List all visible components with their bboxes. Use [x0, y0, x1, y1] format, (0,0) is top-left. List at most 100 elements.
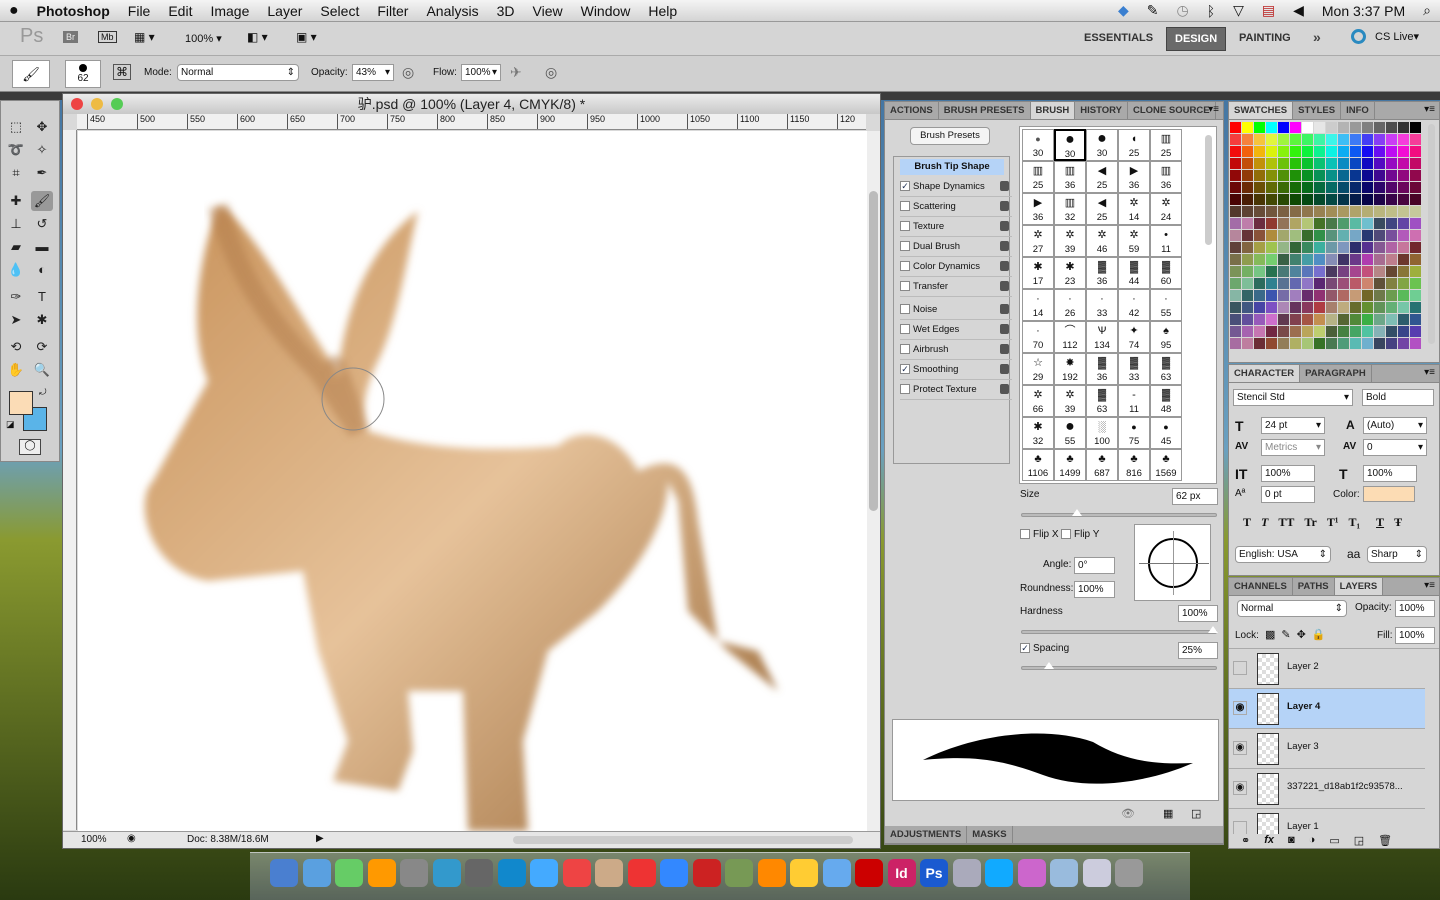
color-swatch[interactable]: [1254, 230, 1265, 241]
brush-tip-preset[interactable]: ✦ 74: [1118, 321, 1150, 353]
lock-icon[interactable]: [1000, 384, 1009, 394]
color-swatch[interactable]: [1362, 218, 1373, 229]
color-swatch[interactable]: [1386, 194, 1397, 205]
tab-layers[interactable]: LAYERS: [1334, 578, 1384, 595]
link-layers-icon[interactable]: ⚭: [1241, 834, 1250, 847]
color-swatch[interactable]: [1350, 314, 1361, 325]
spacing-field[interactable]: 25%: [1178, 642, 1218, 659]
color-swatch[interactable]: [1230, 170, 1241, 181]
script-icon[interactable]: ✎: [1138, 2, 1168, 19]
clock[interactable]: Mon 3:37 PM: [1313, 3, 1414, 19]
brush-option-color-dynamics[interactable]: Color Dynamics: [900, 257, 1012, 277]
hardness-slider[interactable]: [1021, 626, 1218, 634]
color-swatch[interactable]: [1302, 266, 1313, 277]
tab-clone-source[interactable]: CLONE SOURCE: [1128, 102, 1216, 119]
airbrush-icon[interactable]: ✈: [510, 64, 522, 81]
color-swatch[interactable]: [1374, 146, 1385, 157]
color-swatch[interactable]: [1410, 254, 1421, 265]
tool-preset-picker[interactable]: 🖌: [12, 60, 50, 88]
color-swatch[interactable]: [1410, 182, 1421, 193]
move-tool-icon[interactable]: ✥: [31, 117, 53, 137]
color-swatch[interactable]: [1410, 242, 1421, 253]
color-swatch[interactable]: [1254, 134, 1265, 145]
panel-menu-icon[interactable]: ▾≡: [1208, 104, 1219, 115]
color-swatch[interactable]: [1278, 158, 1289, 169]
brush-tip-preset[interactable]: · 26: [1054, 289, 1086, 321]
color-swatch[interactable]: [1302, 278, 1313, 289]
color-swatch[interactable]: [1254, 194, 1265, 205]
vertical-scroll-thumb[interactable]: [869, 191, 878, 511]
color-swatch[interactable]: [1278, 194, 1289, 205]
color-swatch[interactable]: [1362, 182, 1373, 193]
indesign-icon[interactable]: Id: [887, 859, 916, 887]
color-swatch[interactable]: [1386, 266, 1397, 277]
color-swatch[interactable]: [1398, 242, 1409, 253]
dodge-tool-icon[interactable]: ◐: [31, 260, 53, 280]
color-swatch[interactable]: [1338, 302, 1349, 313]
color-swatch[interactable]: [1266, 230, 1277, 241]
color-swatch[interactable]: [1326, 158, 1337, 169]
chrome-icon[interactable]: [562, 859, 591, 887]
vertical-scrollbar[interactable]: [867, 131, 880, 831]
menu-edit[interactable]: Edit: [159, 3, 201, 19]
color-swatch[interactable]: [1362, 326, 1373, 337]
brush-tip-preset[interactable]: ⌒ 112: [1054, 321, 1086, 353]
brush-tip-preset[interactable]: ● 30: [1054, 129, 1086, 161]
color-swatch[interactable]: [1230, 338, 1241, 349]
color-swatch[interactable]: [1362, 266, 1373, 277]
color-swatch[interactable]: [1410, 122, 1421, 133]
brush-tip-preset[interactable]: · 14: [1022, 289, 1054, 321]
color-swatch[interactable]: [1242, 230, 1253, 241]
color-swatch[interactable]: [1398, 158, 1409, 169]
color-swatch[interactable]: [1314, 122, 1325, 133]
color-swatch[interactable]: [1386, 290, 1397, 301]
brush-panel-toggle-icon[interactable]: ⌘: [113, 64, 131, 80]
lock-icon[interactable]: [1000, 364, 1009, 374]
color-swatch[interactable]: [1278, 242, 1289, 253]
color-swatch[interactable]: [1278, 290, 1289, 301]
lock-icon[interactable]: [1000, 281, 1009, 291]
layer-row[interactable]: Layer 1: [1229, 809, 1425, 834]
color-swatch[interactable]: [1302, 254, 1313, 265]
color-swatch[interactable]: [1266, 158, 1277, 169]
preview-icon[interactable]: [400, 859, 428, 887]
size-field[interactable]: 62 px: [1172, 488, 1218, 505]
color-swatch[interactable]: [1302, 134, 1313, 145]
menu-view[interactable]: View: [524, 3, 572, 19]
color-swatch[interactable]: [1326, 134, 1337, 145]
tab-channels[interactable]: CHANNELS: [1229, 578, 1293, 595]
color-swatch[interactable]: [1386, 122, 1397, 133]
finder-icon[interactable]: [270, 859, 298, 887]
eye-icon[interactable]: ◉: [1233, 741, 1247, 755]
spotlight-icon[interactable]: ⌕: [1414, 2, 1440, 19]
skype-icon[interactable]: [985, 859, 1013, 887]
color-swatch[interactable]: [1242, 158, 1253, 169]
color-swatch[interactable]: [1362, 290, 1373, 301]
menu-3d[interactable]: 3D: [488, 3, 524, 19]
color-swatch[interactable]: [1242, 218, 1253, 229]
swap-colors-icon[interactable]: ⤾: [39, 387, 47, 398]
color-swatch[interactable]: [1230, 290, 1241, 301]
adjustment-layer-icon[interactable]: ◑: [1309, 834, 1316, 847]
color-swatch[interactable]: [1290, 170, 1301, 181]
color-swatch[interactable]: [1338, 326, 1349, 337]
brush-tip-preset[interactable]: ▥ 32: [1054, 193, 1086, 225]
color-swatch[interactable]: [1254, 302, 1265, 313]
canvas[interactable]: [78, 131, 867, 831]
color-swatch[interactable]: [1278, 302, 1289, 313]
toggle-live-tip-icon[interactable]: 👁: [1121, 807, 1135, 820]
color-swatch[interactable]: [1350, 242, 1361, 253]
color-swatch[interactable]: [1398, 314, 1409, 325]
color-swatch[interactable]: [1254, 266, 1265, 277]
color-swatch[interactable]: [1362, 158, 1373, 169]
swatches-scrollbar[interactable]: [1428, 124, 1435, 344]
language-select[interactable]: English: USA ⇕: [1235, 546, 1331, 563]
color-swatch[interactable]: [1362, 302, 1373, 313]
color-swatch[interactable]: [1242, 278, 1253, 289]
font-family-select[interactable]: Stencil Std ▾: [1233, 389, 1353, 406]
brush-tip-preset[interactable]: ☆ 29: [1022, 353, 1054, 385]
brush-tip-preset[interactable]: · 33: [1086, 289, 1118, 321]
angle-field[interactable]: 0°: [1074, 557, 1115, 574]
eye-icon[interactable]: ◉: [1233, 701, 1247, 715]
menu-layer[interactable]: Layer: [258, 3, 311, 19]
